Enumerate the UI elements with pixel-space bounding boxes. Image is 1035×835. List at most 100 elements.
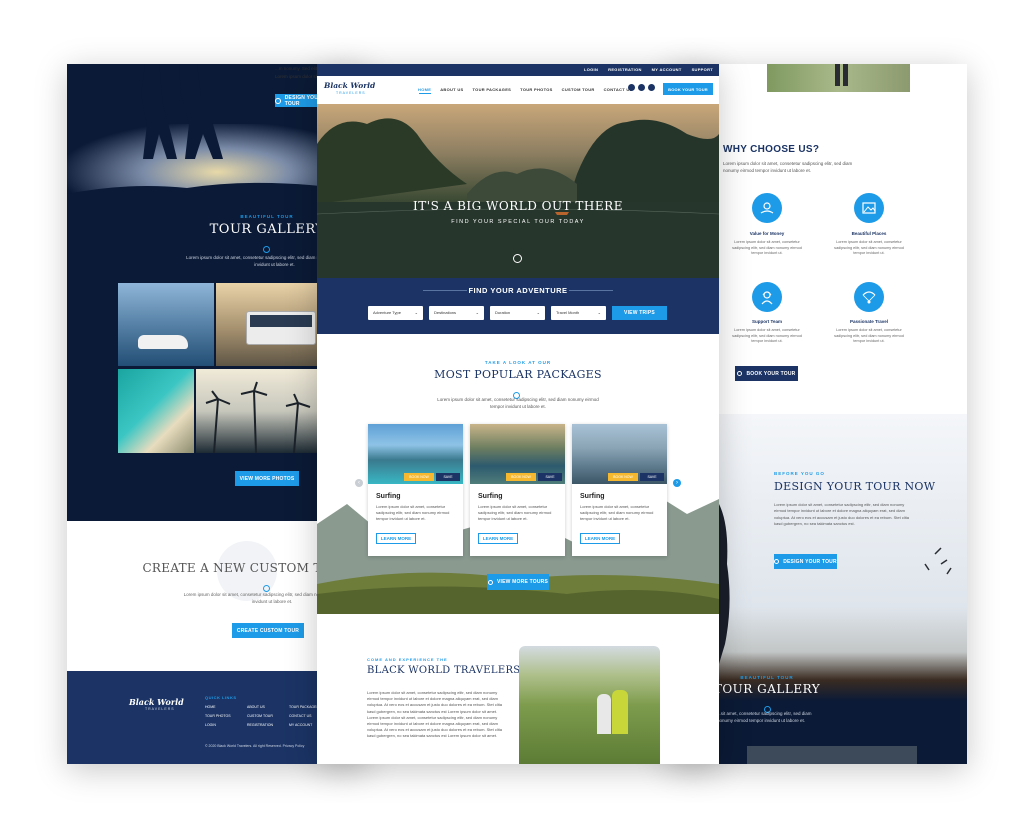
carousel-next-icon[interactable]: › — [673, 479, 681, 487]
view-more-photos-label: VIEW MORE PHOTOS — [239, 475, 295, 482]
save-button[interactable]: SAVE — [640, 473, 664, 481]
experience-desc: Lorem ipsum dolor sit amet, consetetur s… — [367, 690, 502, 739]
nav-active-underline — [419, 93, 431, 94]
package-desc: Lorem ipsum dolor sit amet, consetetur s… — [580, 504, 654, 521]
footer-link-about[interactable]: ABOUT US — [247, 705, 289, 709]
book-tour-button-right[interactable]: BOOK YOUR TOUR — [735, 366, 798, 381]
package-title: Surfing — [376, 493, 401, 500]
right-gallery-photo[interactable] — [747, 746, 917, 764]
design-desc: Lorem ipsum dolor sit amet, consetetur s… — [774, 502, 909, 527]
hero-banner: IT'S A BIG WORLD OUT THERE FIND YOUR SPE… — [317, 104, 719, 278]
footer-logo-subtitle: TRAVELERS — [145, 707, 175, 711]
design-tour-label-right: DESIGN YOUR TOUR — [783, 558, 837, 565]
save-button[interactable]: SAVE — [436, 473, 460, 481]
gallery-photo-bus[interactable] — [216, 283, 323, 366]
footer-link-custom[interactable]: CUSTOM TOUR — [247, 714, 289, 718]
right-gallery-eyebrow: BEAUTIFUL TOUR — [740, 675, 794, 680]
nav-custom-tour[interactable]: CUSTOM TOUR — [562, 87, 595, 92]
learn-more-button[interactable]: LEARN MORE — [478, 533, 518, 544]
travel-month-select[interactable]: Travel Month ⌄ — [551, 306, 606, 320]
why-choose-title: WHY CHOOSE US? — [723, 144, 820, 155]
package-card[interactable]: BOOK NOW SAVE Surfing Lorem ipsum dolor … — [572, 424, 667, 556]
nav-home[interactable]: HOME — [418, 87, 431, 92]
package-desc: Lorem ipsum dolor sit amet, consetetur s… — [478, 504, 552, 521]
twitter-icon[interactable] — [638, 84, 645, 91]
experience-photo-couple — [519, 646, 660, 764]
gallery-photo-beach[interactable] — [118, 369, 194, 453]
footer-link-registration[interactable]: REGISTRATION — [247, 723, 289, 727]
destinations-select[interactable]: Destinations ⌄ — [429, 306, 484, 320]
right-gallery-desc: ...sit amet, consetetur sadipscing elitr… — [717, 711, 812, 724]
book-now-badge[interactable]: BOOK NOW — [506, 473, 536, 481]
create-custom-tour-button[interactable]: CREATE CUSTOM TOUR — [232, 623, 304, 638]
globe-icon — [275, 97, 281, 104]
duration-select[interactable]: Duration ⌄ — [490, 306, 545, 320]
footer-link-login[interactable]: LOGIN — [205, 723, 247, 727]
view-more-tours-label: VIEW MORE TOURS — [497, 579, 548, 585]
path-photo-strip — [767, 64, 910, 92]
nav-about[interactable]: ABOUT US — [440, 87, 463, 92]
footer-link-photos[interactable]: TOUR PHOTOS — [205, 714, 247, 718]
package-card[interactable]: BOOK NOW SAVE Surfing Lorem ipsum dolor … — [470, 424, 565, 556]
find-adventure-title: FIND YOUR ADVENTURE — [468, 286, 568, 295]
gallery-photo-boat[interactable] — [118, 283, 214, 366]
package-desc: Lorem ipsum dolor sit amet, consetetur s… — [376, 504, 450, 521]
packages-eyebrow: TAKE A LOOK AT OUR — [484, 360, 552, 365]
nav-packages[interactable]: TOUR PACKAGES — [473, 87, 512, 92]
book-now-badge[interactable]: BOOK NOW — [608, 473, 638, 481]
learn-more-button[interactable]: LEARN MORE — [376, 533, 416, 544]
adventure-type-value: Adventure Type — [373, 310, 401, 315]
experience-section: COME AND EXPERIENCE THE BLACK WORLD TRAV… — [317, 614, 719, 764]
package-title: Surfing — [580, 493, 605, 500]
footer-link-home[interactable]: HOME — [205, 705, 247, 709]
site-logo-title[interactable]: Black World — [324, 81, 375, 90]
save-button[interactable]: SAVE — [538, 473, 562, 481]
chevron-down-icon: ⌄ — [414, 310, 418, 315]
globe-icon — [737, 371, 743, 376]
book-tour-label: BOOK YOUR TOUR — [668, 86, 708, 92]
design-eyebrow: BEFORE YOU GO — [774, 471, 825, 476]
mockup-stage: ...m nonumy. Sed elitum ... Lorem ipsum … — [0, 0, 1035, 835]
gallery-photo-palms[interactable] — [196, 369, 323, 453]
middle-page-mockup: LOGIN REGISTRATION MY ACCOUNT SUPPORT Bl… — [317, 64, 719, 764]
chevron-down-icon: ⌄ — [597, 310, 601, 315]
topbar-login-link[interactable]: LOGIN — [584, 67, 598, 72]
feature-desc-places: Lorem ipsum dolor sit amet, consetetur s… — [834, 240, 904, 256]
feature-desc-support: Lorem ipsum dolor sit amet, consetetur s… — [732, 328, 802, 344]
view-more-tours-button[interactable]: VIEW MORE TOURS — [487, 574, 549, 590]
why-choose-desc: Lorem ipsum dolor sit amet, consetetur s… — [723, 161, 853, 174]
money-hand-icon — [752, 193, 782, 223]
adventure-type-select[interactable]: Adventure Type ⌄ — [368, 306, 423, 320]
instagram-icon[interactable] — [648, 84, 655, 91]
divider-right — [569, 290, 613, 291]
feature-desc-passion: Lorem ipsum dolor sit amet, consetetur s… — [834, 328, 904, 344]
package-title: Surfing — [478, 493, 503, 500]
top-utility-bar: LOGIN REGISTRATION MY ACCOUNT SUPPORT — [317, 64, 719, 76]
topbar-support-link[interactable]: SUPPORT — [692, 67, 713, 72]
scroll-down-icon[interactable] — [513, 254, 522, 263]
view-trips-label: VIEW TRIPS — [624, 310, 655, 316]
right-gallery-title: TOUR GALLERY — [713, 682, 821, 696]
carousel-prev-icon[interactable]: ‹ — [355, 479, 363, 487]
site-logo-subtitle: TRAVELERS — [336, 91, 366, 95]
facebook-icon[interactable] — [628, 84, 635, 91]
learn-more-button[interactable]: LEARN MORE — [580, 533, 620, 544]
design-tour-button-right[interactable]: DESIGN YOUR TOUR — [774, 554, 837, 569]
footer-logo-title: Black World — [129, 697, 184, 707]
book-now-badge[interactable]: BOOK NOW — [404, 473, 434, 481]
social-icons — [628, 84, 655, 91]
main-navigation: Black World TRAVELERS HOME ABOUT US TOUR… — [317, 76, 719, 104]
book-tour-button[interactable]: BOOK YOUR TOUR — [663, 83, 713, 95]
experience-title: BLACK WORLD TRAVELERS — [367, 665, 521, 676]
feature-title-support: Support Team — [752, 319, 782, 324]
experience-eyebrow: COME AND EXPERIENCE THE — [367, 657, 448, 662]
popular-packages-section: TAKE A LOOK AT OUR MOST POPULAR PACKAGES… — [317, 334, 719, 614]
globe-icon — [488, 579, 494, 585]
nav-photos[interactable]: TOUR PHOTOS — [520, 87, 553, 92]
packages-desc: Lorem ipsum dolor sit amet, consetetur s… — [437, 397, 599, 410]
topbar-registration-link[interactable]: REGISTRATION — [608, 67, 642, 72]
view-trips-button[interactable]: VIEW TRIPS — [612, 306, 667, 320]
topbar-account-link[interactable]: MY ACCOUNT — [652, 67, 682, 72]
package-card[interactable]: BOOK NOW SAVE Surfing Lorem ipsum dolor … — [368, 424, 463, 556]
view-more-photos-button[interactable]: VIEW MORE PHOTOS — [235, 471, 299, 486]
